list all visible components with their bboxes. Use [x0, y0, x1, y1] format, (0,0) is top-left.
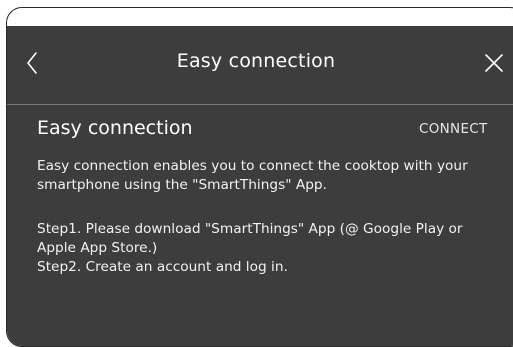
- connect-button[interactable]: CONNECT: [419, 121, 488, 137]
- step1-line: Step1. Please download "SmartThings" App…: [37, 221, 463, 237]
- step1-line: Apple App Store.): [37, 240, 158, 256]
- step2-line: Step2. Create an account and log in.: [37, 259, 288, 275]
- close-icon: [485, 54, 503, 72]
- description-line: Easy connection enables you to connect t…: [37, 158, 468, 174]
- header-divider: [7, 104, 513, 105]
- section-title: Easy connection: [37, 117, 193, 139]
- close-button[interactable]: [479, 48, 509, 78]
- dialog-screen: Easy connection Easy connection CONNECT …: [7, 26, 513, 346]
- description-text: Easy connection enables you to connect t…: [37, 157, 497, 195]
- dialog-header: Easy connection: [7, 26, 513, 104]
- page-title: Easy connection: [176, 50, 336, 72]
- device-frame: Easy connection Easy connection CONNECT …: [6, 7, 513, 347]
- steps-text: Step1. Please download "SmartThings" App…: [37, 220, 497, 277]
- description-line: smartphone using the "SmartThings" App.: [37, 177, 327, 193]
